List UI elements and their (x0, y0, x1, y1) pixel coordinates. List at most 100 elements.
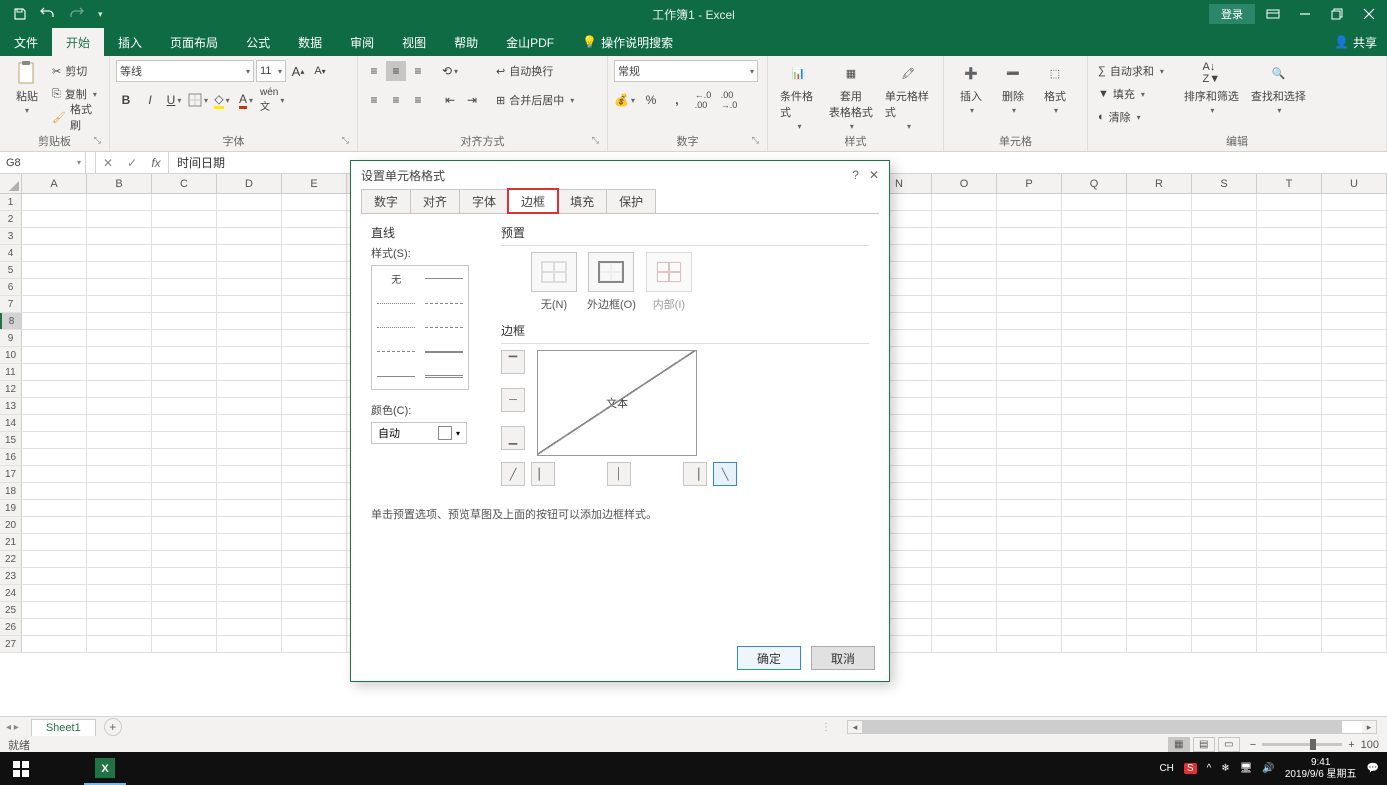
tab-review[interactable]: 审阅 (336, 28, 388, 56)
border-hmid-button[interactable]: ─ (501, 388, 525, 412)
col-header[interactable]: Q (1062, 174, 1127, 193)
dlg-tab-protect[interactable]: 保护 (606, 189, 656, 213)
ok-button[interactable]: 确定 (737, 646, 801, 670)
percent-button[interactable]: % (641, 90, 661, 110)
page-break-view-icon[interactable]: ▭ (1218, 737, 1240, 752)
merge-button[interactable]: ⊞合并后居中 (492, 89, 578, 111)
row-header[interactable]: 7 (0, 296, 22, 312)
horizontal-scrollbar[interactable]: ◂ ▸ (847, 720, 1377, 734)
align-middle-icon[interactable]: ≡ (386, 61, 406, 81)
ime-indicator[interactable]: CH (1159, 763, 1173, 774)
dlg-tab-font[interactable]: 字体 (459, 189, 509, 213)
col-header[interactable]: O (932, 174, 997, 193)
row-header[interactable]: 24 (0, 585, 22, 601)
decrease-decimal-icon[interactable]: .00→.0 (719, 90, 739, 110)
delete-cells-button[interactable]: ➖删除 (992, 58, 1034, 117)
undo-icon[interactable] (38, 4, 58, 24)
increase-decimal-icon[interactable]: ←.0.00 (693, 90, 713, 110)
normal-view-icon[interactable]: ▦ (1168, 737, 1190, 752)
decrease-font-icon[interactable]: A▾ (310, 61, 330, 81)
tab-formula[interactable]: 公式 (232, 28, 284, 56)
row-header[interactable]: 25 (0, 602, 22, 618)
save-icon[interactable] (10, 4, 30, 24)
font-name-combo[interactable]: 等线▾ (116, 60, 254, 82)
row-header[interactable]: 17 (0, 466, 22, 482)
row-header[interactable]: 20 (0, 517, 22, 533)
increase-font-icon[interactable]: A▴ (288, 61, 308, 81)
comma-button[interactable]: , (667, 90, 687, 110)
login-button[interactable]: 登录 (1209, 4, 1255, 24)
conditional-format-button[interactable]: 📊条件格式 (774, 58, 823, 133)
preset-inside[interactable]: 内部(I) (646, 252, 692, 312)
fill-color-button[interactable]: ◇ (212, 90, 232, 110)
border-top-button[interactable]: ▔ (501, 350, 525, 374)
border-diag-up-button[interactable]: ╱ (501, 462, 525, 486)
fill-button[interactable]: ▼填充 (1094, 83, 1168, 105)
tab-data[interactable]: 数据 (284, 28, 336, 56)
clear-button[interactable]: ◐清除 (1094, 106, 1168, 128)
align-right-icon[interactable]: ≡ (408, 90, 428, 110)
format-cells-button[interactable]: ⬚格式 (1034, 58, 1076, 117)
add-sheet-button[interactable]: + (104, 718, 122, 736)
col-header[interactable]: D (217, 174, 282, 193)
page-layout-view-icon[interactable]: ▤ (1193, 737, 1215, 752)
autosum-button[interactable]: ∑自动求和 (1094, 60, 1168, 82)
zoom-in-button[interactable]: + (1348, 739, 1354, 751)
dialog-close-icon[interactable]: ✕ (869, 168, 879, 182)
row-header[interactable]: 11 (0, 364, 22, 380)
find-select-button[interactable]: 🔍查找和选择 (1245, 58, 1312, 117)
col-header[interactable]: C (152, 174, 217, 193)
insert-cells-button[interactable]: ➕插入 (950, 58, 992, 117)
col-header[interactable]: S (1192, 174, 1257, 193)
line-opt[interactable] (421, 291, 468, 314)
close-icon[interactable] (1355, 2, 1383, 26)
phonetic-button[interactable]: wén文 (260, 90, 284, 110)
preset-outline[interactable]: 外边框(O) (587, 252, 636, 312)
row-header[interactable]: 27 (0, 636, 22, 652)
tab-pdf[interactable]: 金山PDF (492, 28, 568, 56)
row-header[interactable]: 16 (0, 449, 22, 465)
tab-home[interactable]: 开始 (52, 28, 104, 56)
dialog-titlebar[interactable]: 设置单元格格式 ? ✕ (351, 161, 889, 189)
launcher-icon[interactable]: ⤡ (94, 135, 101, 146)
border-vmid-button[interactable]: │ (607, 462, 631, 486)
border-bottom-button[interactable]: ▁ (501, 426, 525, 450)
border-diag-down-button[interactable]: ╲ (713, 462, 737, 486)
line-opt[interactable] (373, 291, 420, 314)
ribbon-options-icon[interactable] (1259, 2, 1287, 26)
row-header[interactable]: 6 (0, 279, 22, 295)
confirm-edit-icon[interactable]: ✓ (120, 156, 144, 170)
launcher-icon[interactable]: ⤡ (342, 135, 349, 146)
tab-help[interactable]: 帮助 (440, 28, 492, 56)
line-opt[interactable] (373, 316, 420, 339)
zoom-out-button[interactable]: − (1250, 739, 1256, 751)
row-header[interactable]: 8 (0, 313, 22, 329)
bold-button[interactable]: B (116, 90, 136, 110)
scroll-left-icon[interactable]: ◂ (848, 721, 862, 733)
row-header[interactable]: 19 (0, 500, 22, 516)
line-opt[interactable] (421, 316, 468, 339)
wrap-text-button[interactable]: ↩自动换行 (492, 60, 578, 82)
network-icon[interactable]: 🖥 (1240, 763, 1253, 774)
col-header[interactable]: R (1127, 174, 1192, 193)
row-header[interactable]: 14 (0, 415, 22, 431)
align-top-icon[interactable]: ≡ (364, 61, 384, 81)
row-header[interactable]: 2 (0, 211, 22, 227)
restore-icon[interactable] (1323, 2, 1351, 26)
align-center-icon[interactable]: ≡ (386, 90, 406, 110)
tab-view[interactable]: 视图 (388, 28, 440, 56)
font-size-combo[interactable]: 11▾ (256, 60, 286, 82)
taskbar-excel[interactable]: X (84, 752, 126, 785)
number-format-combo[interactable]: 常规▾ (614, 60, 758, 82)
dlg-tab-border[interactable]: 边框 (508, 189, 558, 213)
decrease-indent-icon[interactable]: ⇤ (440, 90, 460, 110)
col-header[interactable]: P (997, 174, 1062, 193)
line-opt[interactable] (421, 365, 468, 388)
row-header[interactable]: 10 (0, 347, 22, 363)
tray-app-icon[interactable]: ❄ (1221, 763, 1229, 774)
line-opt[interactable] (421, 340, 468, 363)
sheet-tab[interactable]: Sheet1 (31, 719, 96, 736)
col-header[interactable]: T (1257, 174, 1322, 193)
line-opt[interactable] (373, 340, 420, 363)
row-header[interactable]: 5 (0, 262, 22, 278)
